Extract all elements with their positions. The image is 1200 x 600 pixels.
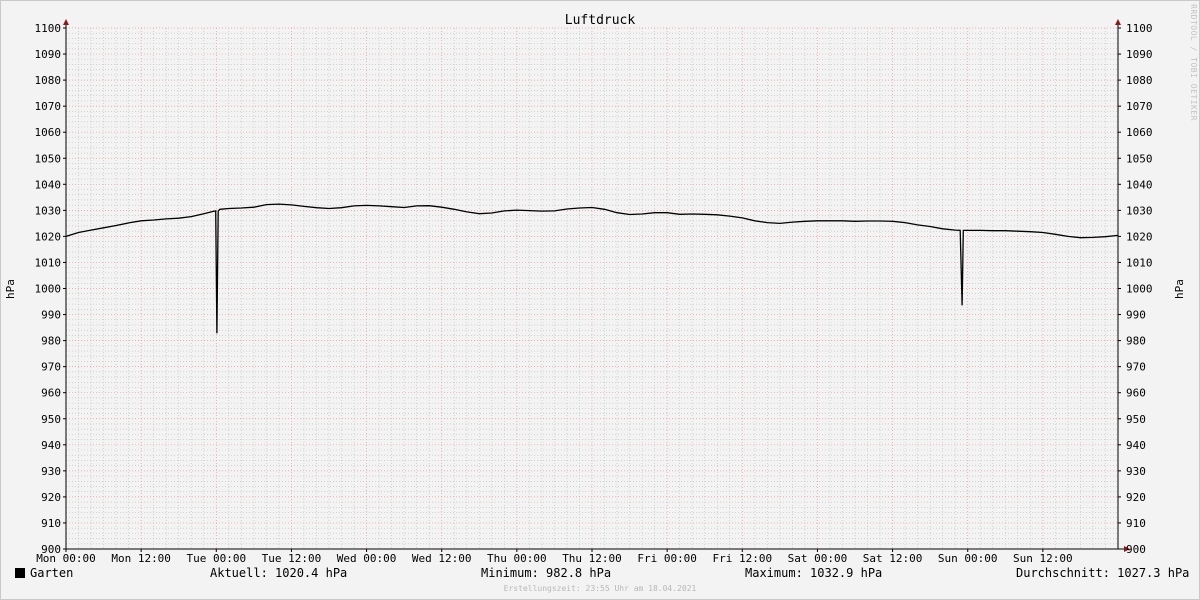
y-axis-arrow-right xyxy=(1115,19,1121,25)
x-tick-label: Wed 12:00 xyxy=(412,552,472,565)
y-tick-label: 1070 xyxy=(35,100,62,113)
stat-current: Aktuell: 1020.4 hPa xyxy=(210,566,348,580)
y-tick-label: 920 xyxy=(1126,491,1146,504)
y-tick-label: 1090 xyxy=(35,48,62,61)
x-tick-label: Tue 00:00 xyxy=(186,552,246,565)
chart-svg: 900 910 920 930 940 950 960 970 980 990 1000 1010 10… xyxy=(4,13,1186,565)
y-tick-label: 930 xyxy=(1126,465,1146,478)
x-tick-label: Fri 00:00 xyxy=(637,552,697,565)
x-tick-label: Wed 00:00 xyxy=(337,552,397,565)
x-tick-label: Thu 12:00 xyxy=(562,552,622,565)
legend-swatch xyxy=(15,568,25,578)
y-tick-label: 1090 xyxy=(1126,48,1153,61)
y-tick-label: 960 xyxy=(1126,387,1146,400)
y-tick-label: 1010 xyxy=(1126,256,1153,269)
y-tick-label: 970 xyxy=(41,361,61,374)
y-tick-label: 940 xyxy=(41,439,61,452)
x-tick-label: Sat 12:00 xyxy=(863,552,923,565)
y-tick-label: 900 xyxy=(1126,543,1146,556)
y-tick-label: 910 xyxy=(41,517,61,530)
x-tick-label: Thu 00:00 xyxy=(487,552,547,565)
y-tick-label: 1050 xyxy=(1126,152,1153,165)
y-tick-label: 1000 xyxy=(35,283,62,296)
y-tick-label: 980 xyxy=(1126,335,1146,348)
x-tick-label: Sun 00:00 xyxy=(938,552,998,565)
y-tick-label: 1100 xyxy=(1126,22,1153,35)
y-tick-label: 1030 xyxy=(35,204,62,217)
y-tick-label: 920 xyxy=(41,491,61,504)
y-tick-label: 1100 xyxy=(35,22,62,35)
y-tick-label: 990 xyxy=(1126,309,1146,322)
y-tick-label: 980 xyxy=(41,335,61,348)
y-tick-label: 1020 xyxy=(1126,230,1153,243)
legend-series-name: Garten xyxy=(30,566,74,580)
y-tick-labels-right: 900 910 920 930 940 950 960 970 980 990 1000 1010 10… xyxy=(1126,22,1153,556)
y-tick-label: 1060 xyxy=(35,126,62,139)
x-tick-label: Mon 12:00 xyxy=(111,552,171,565)
y-tick-label: 1080 xyxy=(1126,74,1153,87)
y-axis-label-left: hPa xyxy=(4,279,17,299)
stat-maximum: Maximum: 1032.9 hPa xyxy=(745,566,883,580)
y-tick-label: 1070 xyxy=(1126,100,1153,113)
y-tick-label: 930 xyxy=(41,465,61,478)
y-tick-label: 1040 xyxy=(1126,178,1153,191)
x-tick-label: Mon 00:00 xyxy=(36,552,96,565)
chart-title: Luftdruck xyxy=(565,13,636,28)
major-grid xyxy=(66,27,1118,549)
y-tick-label: 1080 xyxy=(35,74,62,87)
creation-time: Erstellungszeit: 23:55 Uhr am 18.04.2021 xyxy=(503,584,697,593)
x-tick-labels: Mon 00:00 Mon 12:00 Tue 00:00 Tue 12:00 Wed … xyxy=(36,552,1072,565)
rrdtool-watermark: RRDTOOL / TOBI OETIKER xyxy=(1189,4,1198,121)
x-tick-label: Sat 00:00 xyxy=(788,552,848,565)
y-tick-label: 950 xyxy=(41,413,61,426)
y-axis-arrow-left xyxy=(63,19,69,25)
y-tick-label: 1000 xyxy=(1126,283,1153,296)
x-tick-label: Tue 12:00 xyxy=(262,552,322,565)
stat-minimum: Minimum: 982.8 hPa xyxy=(481,566,612,580)
legend-row: Garten Aktuell: 1020.4 hPa Minimum: 982.… xyxy=(0,566,1200,584)
y-tick-label: 970 xyxy=(1126,361,1146,374)
legend-item-garten: Garten xyxy=(15,566,73,580)
y-tick-label: 950 xyxy=(1126,413,1146,426)
y-axis-label-right: hPa xyxy=(1173,279,1186,299)
y-tick-label: 940 xyxy=(1126,439,1146,452)
y-tick-label: 910 xyxy=(1126,517,1146,530)
axes xyxy=(63,19,1130,552)
x-tick-label: Fri 12:00 xyxy=(712,552,772,565)
y-tick-label: 1020 xyxy=(35,230,62,243)
x-tick-label: Sun 12:00 xyxy=(1013,552,1073,565)
stat-average: Durchschnitt: 1027.3 hPa xyxy=(1016,566,1190,580)
y-tick-label: 1030 xyxy=(1126,204,1153,217)
y-tick-label: 960 xyxy=(41,387,61,400)
y-tick-label: 1050 xyxy=(35,152,62,165)
y-tick-labels-left: 9009109209309409509609709809901000101010… xyxy=(35,22,62,556)
y-tick-label: 1040 xyxy=(35,178,62,191)
y-tick-label: 1010 xyxy=(35,256,62,269)
y-tick-label: 990 xyxy=(41,309,61,322)
y-tick-label: 1060 xyxy=(1126,126,1153,139)
